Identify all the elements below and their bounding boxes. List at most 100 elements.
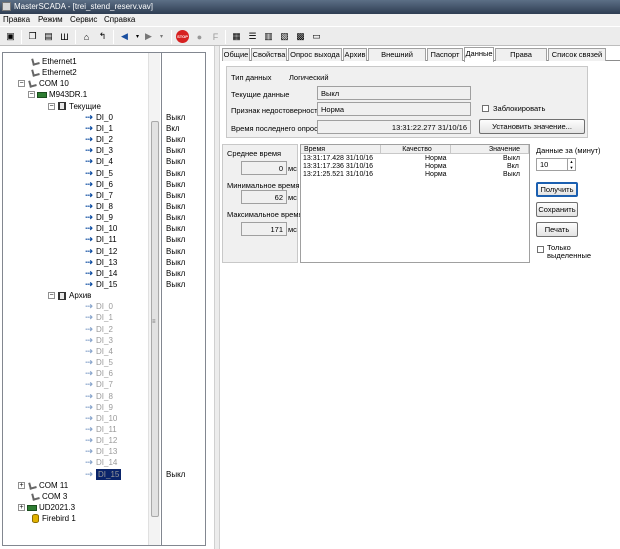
- panel-splitter[interactable]: [214, 46, 220, 549]
- tree-item[interactable]: ⇢ DI_13: [84, 257, 117, 268]
- tree-item[interactable]: COM 3: [30, 491, 67, 502]
- tree-item[interactable]: Ethernet2: [30, 67, 77, 78]
- tree-item[interactable]: ⇢ DI_10: [84, 223, 117, 234]
- column-header-value[interactable]: Значение: [451, 145, 529, 154]
- f-icon[interactable]: F: [209, 30, 222, 43]
- tree-item[interactable]: Ethernet1: [30, 56, 77, 67]
- get-button[interactable]: Получить: [536, 182, 578, 197]
- tree-item-label: DI_7: [96, 190, 113, 200]
- tree-scrollbar[interactable]: ≡: [148, 53, 160, 545]
- collapse-icon[interactable]: −: [48, 102, 55, 110]
- tree-item[interactable]: ⇢ DI_14: [84, 268, 117, 279]
- tree-item[interactable]: ⇢ DI_3: [84, 335, 113, 346]
- tree-item[interactable]: − Архив: [48, 290, 91, 301]
- tree-item[interactable]: ⇢ DI_2: [84, 134, 113, 145]
- property-icon[interactable]: ▩: [294, 30, 307, 43]
- tree-item[interactable]: ⇢ DI_6: [84, 368, 113, 379]
- tree-item[interactable]: ⇢ DI_12: [84, 435, 117, 446]
- column-header-time[interactable]: Время: [301, 145, 381, 154]
- menu-edit[interactable]: Правка: [3, 14, 30, 26]
- print-button[interactable]: Печать: [536, 222, 578, 237]
- tree-item[interactable]: ⇢ DI_13: [84, 446, 117, 457]
- tab-4[interactable]: Внешний доступ: [368, 48, 426, 71]
- table-row[interactable]: 13:31:17.236 31/10/16 Норма Вкл: [301, 163, 529, 171]
- tab-0[interactable]: Общие: [222, 48, 250, 61]
- tree-item[interactable]: ⇢ DI_4: [84, 346, 113, 357]
- tree-item-label: DI_4: [96, 157, 113, 167]
- collapse-icon[interactable]: −: [28, 91, 35, 99]
- tree-item[interactable]: ⇢ DI_11: [84, 424, 117, 435]
- tree-item[interactable]: ⇢ DI_15: [84, 468, 122, 480]
- table-row[interactable]: 13:21:25.521 31/10/16 Норма Выкл: [301, 171, 529, 179]
- tree-item[interactable]: ⇢ DI_11: [84, 234, 117, 245]
- menu-mode[interactable]: Режим: [38, 14, 63, 26]
- tab-1[interactable]: Свойства: [251, 48, 287, 61]
- tree-item[interactable]: ⇢ DI_5: [84, 168, 113, 179]
- tree-item[interactable]: ⇢ DI_3: [84, 145, 113, 156]
- collapse-icon[interactable]: −: [18, 80, 25, 88]
- only-selected-checkbox[interactable]: [537, 246, 544, 253]
- up-level-icon[interactable]: ↰: [96, 30, 109, 43]
- tree-item[interactable]: ⇢ DI_0: [84, 112, 113, 123]
- chart-icon[interactable]: ▧: [278, 30, 291, 43]
- window-icon[interactable]: ❐: [26, 30, 39, 43]
- save-icon[interactable]: ▣: [4, 30, 17, 43]
- record-icon[interactable]: ●: [193, 30, 206, 43]
- history-table[interactable]: Время Качество Значение 13:31:17.428 31/…: [300, 144, 530, 263]
- tree-item[interactable]: − COM 10: [18, 78, 69, 89]
- tree-item[interactable]: ⇢ DI_12: [84, 246, 117, 257]
- home-icon[interactable]: ⌂: [80, 30, 93, 43]
- tab-7[interactable]: Права доступа: [495, 48, 547, 71]
- di-icon: ⇢: [85, 279, 93, 289]
- tree-item[interactable]: ⇢ DI_1: [84, 312, 113, 323]
- back-icon[interactable]: ◀: [118, 30, 131, 43]
- set-value-button[interactable]: Установить значение...: [479, 119, 585, 134]
- tree-item[interactable]: ⇢ DI_9: [84, 212, 113, 223]
- period-input[interactable]: 10 ▲ ▼: [536, 158, 576, 171]
- table-icon[interactable]: ▥: [262, 30, 275, 43]
- di-icon: ⇢: [85, 379, 93, 390]
- table-row[interactable]: 13:31:17.428 31/10/16 Норма Выкл: [301, 155, 529, 163]
- tree-item[interactable]: + COM 11: [18, 480, 68, 491]
- tree-item[interactable]: ⇢ DI_9: [84, 402, 113, 413]
- tree-item[interactable]: ⇢ DI_7: [84, 190, 113, 201]
- tree-item[interactable]: ⇢ DI_8: [84, 391, 113, 402]
- tree-item[interactable]: − Текущие: [48, 101, 101, 112]
- windows-icon[interactable]: ▤: [42, 30, 55, 43]
- list-icon[interactable]: ☰: [246, 30, 259, 43]
- forward-dropdown-icon[interactable]: ▾: [155, 30, 168, 43]
- tab-2[interactable]: Опрос выхода: [288, 48, 342, 61]
- tree-item[interactable]: ⇢ DI_8: [84, 201, 113, 212]
- tree-item[interactable]: ⇢ DI_6: [84, 179, 113, 190]
- lock-checkbox[interactable]: [482, 105, 489, 112]
- forward-icon[interactable]: ▶: [142, 30, 155, 43]
- panel-icon[interactable]: ▦: [230, 30, 243, 43]
- bars-icon[interactable]: Ш: [58, 30, 71, 43]
- collapse-icon[interactable]: −: [48, 292, 55, 300]
- tree-item[interactable]: Firebird 1: [30, 513, 76, 524]
- tab-5[interactable]: Паспорт: [427, 48, 463, 61]
- menu-help[interactable]: Справка: [104, 14, 135, 26]
- tree-item[interactable]: ⇢ DI_0: [84, 301, 113, 312]
- tree-item[interactable]: ⇢ DI_4: [84, 156, 113, 167]
- tab-8[interactable]: Список связей: [548, 48, 606, 61]
- expand-icon[interactable]: +: [18, 481, 25, 489]
- tree-item[interactable]: ⇢ DI_1: [84, 123, 113, 134]
- tree-item[interactable]: ⇢ DI_10: [84, 413, 117, 424]
- tree-item[interactable]: ⇢ DI_2: [84, 324, 113, 335]
- menu-service[interactable]: Сервис: [70, 14, 97, 26]
- column-header-quality[interactable]: Качество: [381, 145, 451, 154]
- spin-arrows-icon[interactable]: ▲ ▼: [567, 159, 575, 171]
- tree-item[interactable]: ⇢ DI_5: [84, 357, 113, 368]
- tab-6[interactable]: Данные: [464, 47, 494, 62]
- tree-item[interactable]: ⇢ DI_15: [84, 279, 117, 290]
- tree-item[interactable]: + UD2021.3: [18, 502, 75, 513]
- tree-item[interactable]: ⇢ DI_14: [84, 457, 117, 468]
- tree-item[interactable]: ⇢ DI_7: [84, 379, 113, 390]
- tree-item[interactable]: − M943DR.1: [28, 89, 87, 100]
- save-button[interactable]: Сохранить: [536, 202, 578, 217]
- expand-icon[interactable]: +: [18, 504, 25, 511]
- frame-icon[interactable]: ▭: [310, 30, 323, 43]
- stop-icon[interactable]: STOP: [176, 30, 189, 43]
- tab-3[interactable]: Архив: [343, 48, 367, 61]
